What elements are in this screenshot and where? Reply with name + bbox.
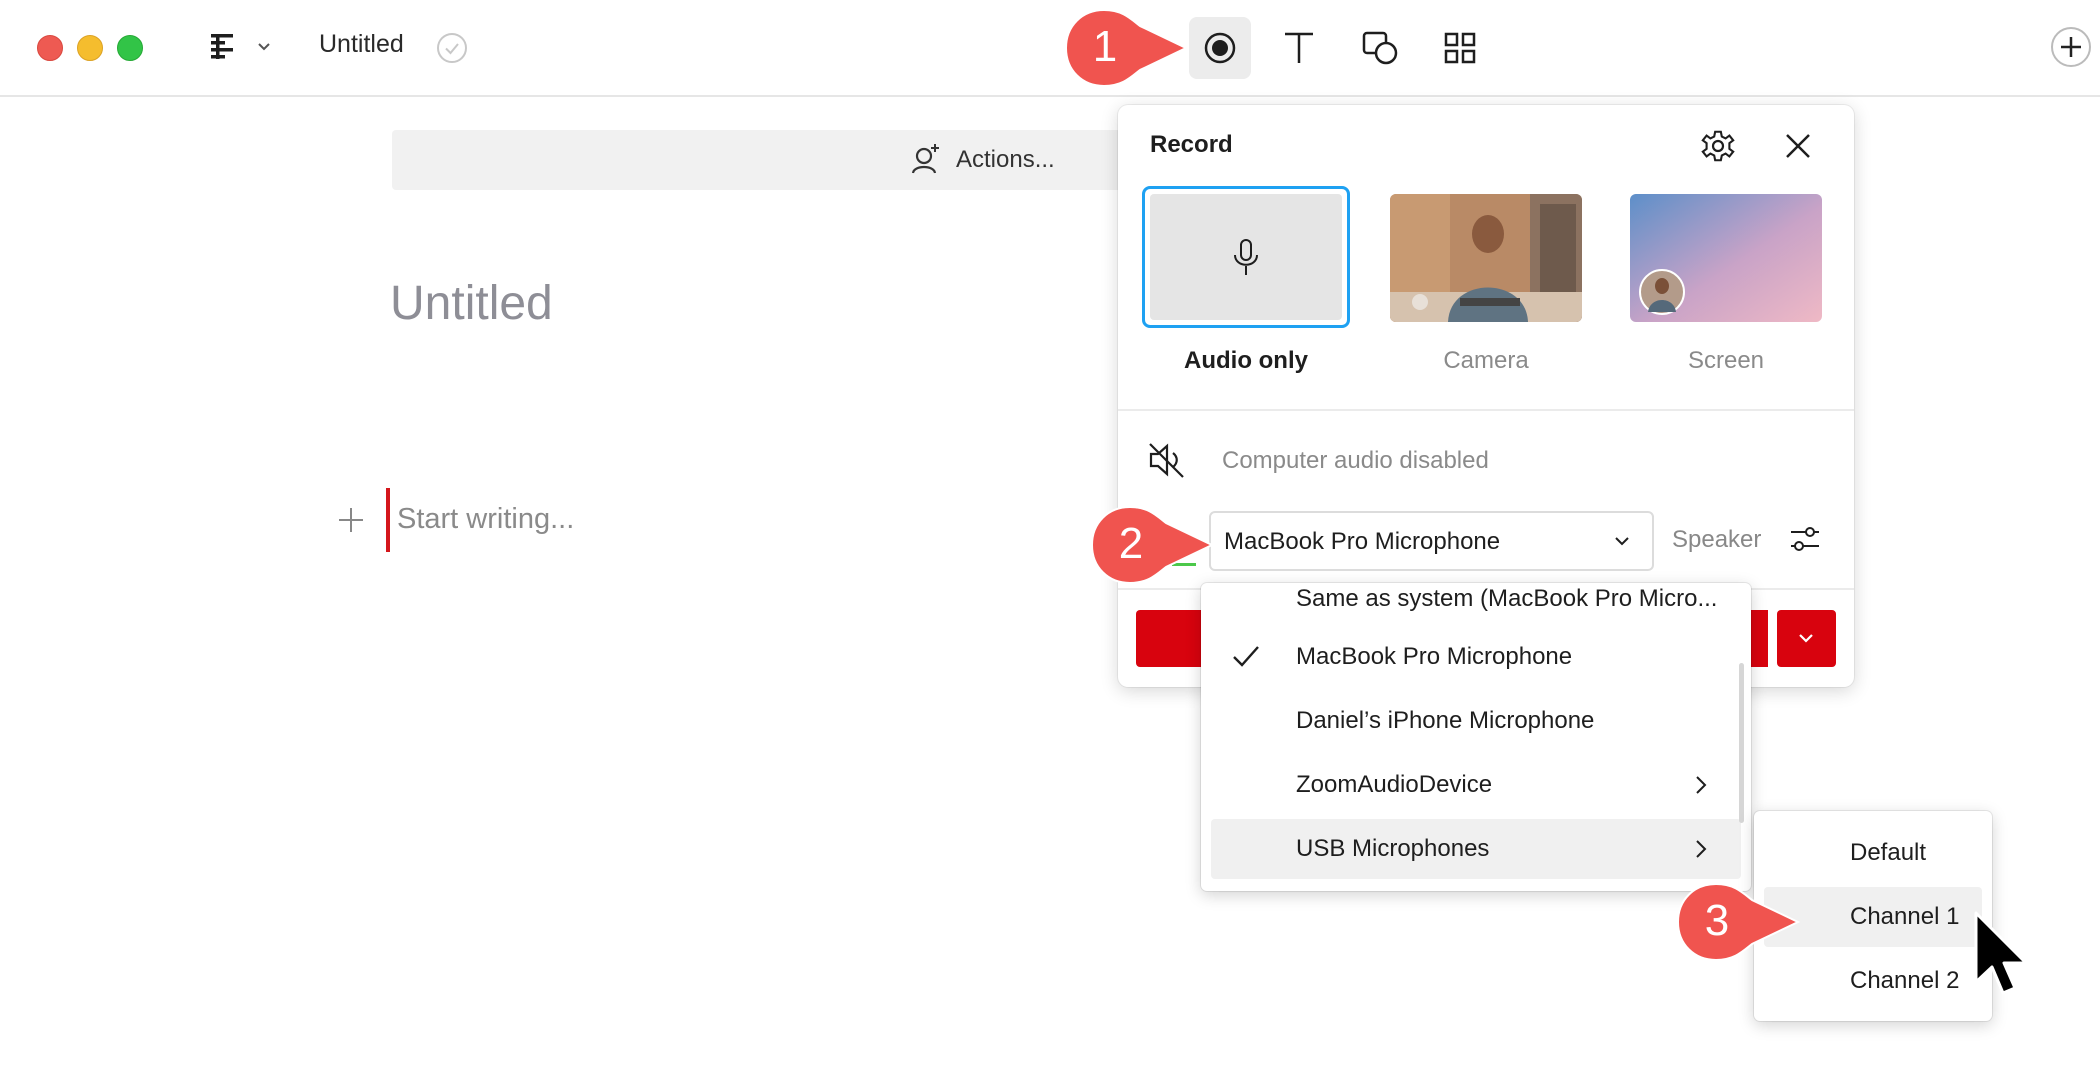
document-title[interactable]: Untitled — [319, 30, 404, 59]
chevron-down-icon — [1799, 634, 1813, 643]
screen-label: Screen — [1687, 347, 1765, 374]
callout-number: 2 — [1118, 519, 1144, 568]
add-button[interactable] — [2050, 26, 2092, 68]
channel-option-label: Default — [1850, 839, 1927, 866]
zoom-window-button[interactable] — [117, 35, 143, 61]
plus-icon — [339, 508, 363, 532]
checkmark-icon — [1233, 646, 1259, 667]
camera-preview-image — [1390, 194, 1582, 322]
actions-person-icon — [911, 144, 939, 174]
chevron-right-icon — [1696, 776, 1707, 794]
grid-icon — [1444, 32, 1476, 64]
screen-option[interactable] — [1630, 194, 1822, 322]
speaker-label[interactable]: Speaker — [1672, 526, 1761, 554]
audio-settings-button[interactable] — [1788, 522, 1822, 556]
text-tool-button[interactable] — [1268, 17, 1330, 79]
screen-preview-image — [1630, 194, 1822, 322]
panel-divider — [1118, 409, 1854, 411]
editor-placeholder[interactable]: Start writing... — [397, 503, 574, 536]
mic-option-iphone[interactable]: Daniel’s iPhone Microphone — [1201, 691, 1751, 751]
microphone-select[interactable]: MacBook Pro Microphone — [1209, 511, 1654, 571]
mic-option-system[interactable]: Same as system (MacBook Pro Micro... — [1201, 583, 1751, 629]
outline-menu-icon — [211, 34, 270, 59]
cursor-arrow-icon — [1974, 911, 2028, 995]
channel-option-label: Channel 1 — [1850, 903, 1960, 930]
mic-option-usb[interactable]: USB Microphones — [1211, 819, 1741, 879]
shapes-icon — [1362, 31, 1398, 65]
microphone-icon — [1234, 239, 1258, 275]
camera-option[interactable] — [1390, 194, 1582, 322]
mic-option-label: Daniel’s iPhone Microphone — [1296, 707, 1595, 734]
record-panel-title: Record — [1150, 131, 1233, 158]
channel-option-label: Channel 2 — [1850, 967, 1960, 994]
page-title[interactable]: Untitled — [390, 276, 553, 331]
title-bar — [0, 0, 2100, 97]
chevron-down-icon — [258, 43, 270, 51]
shapes-tool-button[interactable] — [1349, 17, 1411, 79]
callout-1: 1 — [1064, 8, 1192, 88]
actions-label: Actions... — [956, 146, 1055, 173]
mic-option-label: USB Microphones — [1296, 835, 1490, 862]
actions-bar[interactable]: Actions... — [392, 130, 1122, 190]
camera-label: Camera — [1443, 347, 1529, 374]
close-panel-button[interactable] — [1781, 129, 1815, 163]
mic-option-macbook[interactable]: MacBook Pro Microphone — [1201, 627, 1751, 687]
speaker-muted-icon — [1149, 443, 1184, 478]
mic-option-label: MacBook Pro Microphone — [1296, 643, 1573, 670]
close-window-button[interactable] — [37, 35, 63, 61]
microphone-dropdown: Same as system (MacBook Pro Micro... Mac… — [1201, 583, 1751, 891]
minimize-window-button[interactable] — [77, 35, 103, 61]
components-tool-button[interactable] — [1429, 17, 1491, 79]
record-settings-button[interactable] — [1700, 128, 1736, 164]
mouse-pointer — [1972, 910, 2032, 1005]
chevron-right-icon — [1696, 840, 1707, 858]
audio-only-label: Audio only — [1184, 347, 1308, 374]
outline-menu-button[interactable] — [208, 30, 272, 66]
computer-audio-toggle[interactable] — [1147, 440, 1187, 480]
mic-option-label: Same as system (MacBook Pro Micro... — [1296, 585, 1718, 612]
text-icon — [1285, 32, 1313, 63]
start-recording-button[interactable] — [1136, 610, 1202, 667]
mic-option-label: ZoomAudioDevice — [1296, 771, 1493, 798]
dropdown-scrollbar[interactable] — [1739, 663, 1744, 823]
recording-options-button[interactable] — [1777, 610, 1836, 667]
computer-audio-status: Computer audio disabled — [1222, 447, 1489, 474]
close-icon — [1786, 134, 1810, 158]
check-circle-icon — [437, 33, 467, 63]
audio-only-thumbnail — [1150, 194, 1342, 320]
record-icon — [1204, 32, 1236, 64]
sliders-icon — [1791, 527, 1819, 551]
saved-status — [436, 32, 468, 64]
callout-number: 1 — [1092, 22, 1118, 71]
microphone-select-value: MacBook Pro Microphone — [1224, 528, 1501, 555]
plus-circle-icon — [2051, 27, 2091, 67]
record-button[interactable] — [1189, 17, 1251, 79]
callout-2: 2 — [1090, 505, 1218, 585]
add-block-button[interactable] — [336, 505, 366, 535]
mic-option-zoom[interactable]: ZoomAudioDevice — [1201, 755, 1751, 815]
channel-option-default[interactable]: Default — [1754, 823, 1992, 883]
chevron-down-icon — [1615, 537, 1629, 546]
text-cursor — [386, 488, 390, 552]
callout-3: 3 — [1676, 882, 1804, 962]
gear-icon — [1701, 130, 1735, 162]
callout-number: 3 — [1704, 896, 1730, 945]
audio-only-option[interactable] — [1142, 186, 1350, 328]
